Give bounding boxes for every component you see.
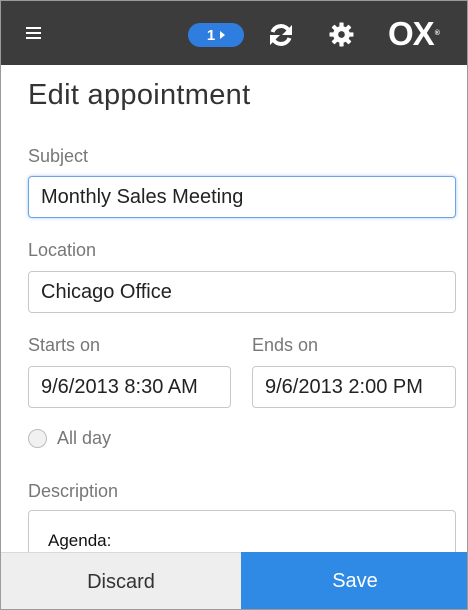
all-day-checkbox[interactable]: [28, 429, 47, 448]
app-frame: 1 OX® Edit appointment Subject Monthly S…: [0, 0, 468, 610]
hamburger-menu-icon[interactable]: [26, 27, 41, 39]
ox-logo-text: OX: [388, 15, 435, 52]
starts-on-label: Starts on: [28, 335, 101, 355]
top-bar: 1 OX®: [1, 1, 467, 65]
subject-input[interactable]: Monthly Sales Meeting: [28, 176, 456, 218]
save-button[interactable]: Save: [241, 552, 467, 609]
starts-on-input[interactable]: 9/6/2013 8:30 AM: [28, 366, 231, 408]
ends-on-input[interactable]: 9/6/2013 2:00 PM: [252, 366, 456, 408]
discard-button[interactable]: Discard: [1, 552, 241, 609]
description-text: Agenda:: [48, 531, 112, 550]
page-title: Edit appointment: [28, 79, 251, 111]
gear-icon[interactable]: [329, 22, 354, 47]
notification-counter-badge[interactable]: 1: [188, 23, 244, 47]
bottom-action-bar: Discard Save: [1, 552, 467, 609]
ox-logo: OX®: [388, 15, 440, 52]
notification-count: 1: [206, 26, 216, 44]
all-day-label[interactable]: All day: [57, 428, 111, 449]
description-label: Description: [28, 481, 119, 501]
chevron-right-icon: [220, 31, 226, 39]
location-input[interactable]: Chicago Office: [28, 271, 456, 313]
subject-label: Subject: [28, 146, 89, 166]
location-label: Location: [28, 240, 97, 260]
ends-on-label: Ends on: [252, 335, 319, 355]
refresh-icon[interactable]: [267, 21, 295, 49]
